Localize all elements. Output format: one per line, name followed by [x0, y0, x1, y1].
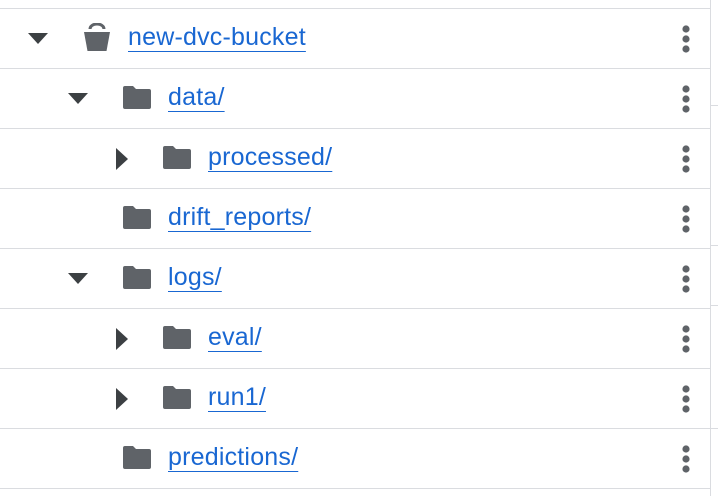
tree-row-label[interactable]: run1/	[208, 381, 266, 413]
tree-row-data[interactable]: data/	[0, 69, 710, 129]
more-vert-icon[interactable]	[672, 263, 700, 295]
more-vert-icon[interactable]	[672, 23, 700, 55]
folder-icon	[162, 325, 192, 351]
tree-row-eval[interactable]: eval/	[0, 309, 710, 369]
tree-row-new-dvc-bucket[interactable]: new-dvc-bucket	[0, 9, 710, 69]
tree-row-label[interactable]: new-dvc-bucket	[128, 21, 306, 53]
tree-row-label[interactable]: predictions/	[168, 441, 298, 473]
tree-row-label[interactable]: data/	[168, 81, 225, 113]
tree-row-label[interactable]: eval/	[208, 321, 262, 353]
more-vert-icon[interactable]	[672, 383, 700, 415]
adjacent-column-divider	[711, 428, 718, 429]
adjacent-column-divider	[711, 245, 718, 246]
tree-row-label[interactable]: processed/	[208, 141, 332, 173]
bucket-tree: new-dvc-bucket data/ processed/ drift_re…	[0, 0, 711, 496]
tree-row-drift-reports[interactable]: drift_reports/	[0, 189, 710, 249]
more-vert-icon[interactable]	[672, 443, 700, 475]
tree-row-processed[interactable]: processed/	[0, 129, 710, 189]
folder-icon	[162, 385, 192, 411]
tree-row-run1[interactable]: run1/	[0, 369, 710, 429]
tree-row-predictions[interactable]: predictions/	[0, 429, 710, 489]
more-vert-icon[interactable]	[672, 323, 700, 355]
bucket-icon	[82, 23, 112, 51]
tree-row-logs[interactable]: logs/	[0, 249, 710, 309]
caret-right-icon[interactable]	[112, 328, 132, 350]
folder-icon	[122, 85, 152, 111]
more-vert-icon[interactable]	[672, 83, 700, 115]
caret-right-icon[interactable]	[112, 388, 132, 410]
caret-right-icon[interactable]	[112, 148, 132, 170]
adjacent-column-divider	[711, 305, 718, 306]
folder-icon	[122, 445, 152, 471]
more-vert-icon[interactable]	[672, 203, 700, 235]
adjacent-column-divider	[711, 105, 718, 106]
folder-icon	[122, 205, 152, 231]
tree-row-label[interactable]: logs/	[168, 261, 222, 293]
caret-down-icon[interactable]	[68, 89, 88, 109]
more-vert-icon[interactable]	[672, 143, 700, 175]
caret-down-icon[interactable]	[68, 269, 88, 289]
folder-icon	[122, 265, 152, 291]
tree-row-label[interactable]: drift_reports/	[168, 201, 311, 233]
folder-icon	[162, 145, 192, 171]
caret-down-icon[interactable]	[28, 29, 48, 49]
